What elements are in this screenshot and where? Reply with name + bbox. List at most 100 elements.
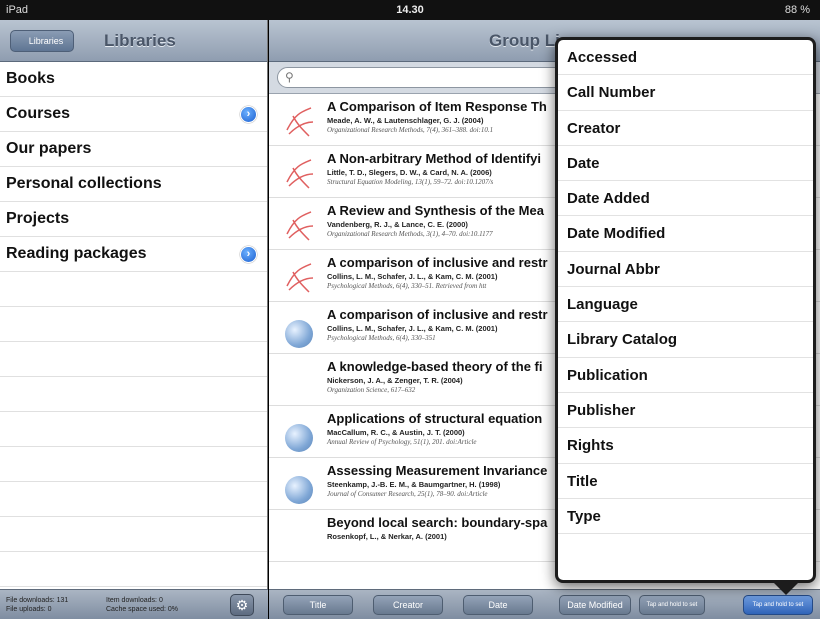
item-authors: Collins, L. M., Schafer, J. L., & Kam, C… [327, 272, 498, 281]
clock: 14.30 [396, 4, 424, 16]
item-citation: Psychological Methods, 6(4), 330–51. Ret… [327, 282, 487, 290]
item-authors: Steenkamp, J.-B. E. M., & Baumgartner, H… [327, 480, 501, 489]
custom-sort-button-1[interactable]: Tap and hold to set [639, 595, 705, 615]
item-authors: Vandenberg, R. J., & Lance, C. E. (2000) [327, 220, 468, 229]
item-downloads-value: 0 [158, 597, 163, 604]
web-link-icon [285, 320, 313, 348]
stats-toolbar: File downloads: 131 File uploads: 0 Item… [0, 589, 268, 619]
item-citation: Structural Equation Modeling, 13(1), 59–… [327, 178, 494, 186]
sort-option-publication[interactable]: Publication [558, 358, 813, 393]
item-authors: Nickerson, J. A., & Zenger, T. R. (2004) [327, 376, 463, 385]
sort-toolbar: Title Creator Date Date Modified Tap and… [269, 589, 820, 619]
item-title: A comparison of inclusive and restr [327, 255, 548, 270]
item-title: Beyond local search: boundary-spa [327, 515, 548, 530]
item-citation: Psychological Methods, 6(4), 330–351 [327, 334, 436, 342]
web-link-icon [285, 476, 313, 504]
cache-value: 0% [167, 606, 179, 613]
sort-date-button[interactable]: Date [463, 595, 533, 615]
empty-row [0, 377, 267, 412]
sort-field-popover: Accessed Call Number Creator Date Date A… [555, 37, 816, 583]
pdf-icon [286, 263, 314, 293]
file-uploads-label: File uploads: [6, 606, 46, 613]
library-item-courses[interactable]: Courses › [0, 97, 267, 132]
sort-option-date-modified[interactable]: Date Modified [558, 216, 813, 252]
library-item-personal-collections[interactable]: Personal collections [0, 167, 267, 202]
item-authors: Little, T. D., Slegers, D. W., & Card, N… [327, 168, 492, 177]
library-item-label: Personal collections [6, 175, 162, 192]
library-item-projects[interactable]: Projects [0, 202, 267, 237]
popover-arrow [772, 581, 800, 595]
library-item-books[interactable]: Books [0, 62, 267, 97]
library-list: Books Courses › Our papers Personal colle… [0, 62, 267, 587]
item-authors: Collins, L. M., Schafer, J. L., & Kam, C… [327, 324, 498, 333]
item-downloads-label: Item downloads: [106, 597, 157, 604]
sort-option-language[interactable]: Language [558, 287, 813, 323]
sort-option-type[interactable]: Type [558, 499, 813, 535]
library-item-label: Our papers [6, 140, 92, 157]
item-citation: Organizational Research Methods, 3(1), 4… [327, 230, 493, 238]
cache-label: Cache space used: [106, 606, 166, 613]
library-item-our-papers[interactable]: Our papers [0, 132, 267, 167]
empty-row [0, 552, 267, 587]
pdf-icon [286, 159, 314, 189]
file-downloads-label: File downloads: [6, 597, 55, 604]
library-item-label: Books [6, 70, 55, 87]
custom-sort-button-2[interactable]: Tap and hold to set [743, 595, 813, 615]
item-citation: Annual Review of Psychology, 51(1), 201.… [327, 438, 477, 446]
sort-option-title[interactable]: Title [558, 464, 813, 499]
library-item-reading-packages[interactable]: Reading packages › [0, 237, 267, 272]
item-citation: Journal of Consumer Research, 25(1), 78–… [327, 490, 488, 498]
pdf-icon [286, 107, 314, 137]
disclosure-icon[interactable]: › [240, 246, 257, 263]
item-title: A Non-arbitrary Method of Identifyi [327, 151, 542, 166]
item-authors: Rosenkopf, L., & Nerkar, A. (2001) [327, 532, 447, 541]
item-title: Assessing Measurement Invariance [327, 463, 548, 478]
item-citation: Organizational Research Methods, 7(4), 3… [327, 126, 494, 134]
library-item-label: Reading packages [6, 245, 147, 262]
libraries-nav-bar: Libraries Libraries [0, 20, 267, 62]
gear-icon: ⚙ [235, 597, 249, 613]
status-bar: iPad 14.30 88 % [0, 0, 820, 20]
item-title: A Comparison of Item Response Th [327, 99, 547, 114]
sort-creator-button[interactable]: Creator [373, 595, 443, 615]
library-item-label: Courses [6, 105, 71, 122]
item-title: A Review and Synthesis of the Mea [327, 203, 544, 218]
file-downloads-value: 131 [56, 597, 69, 604]
libraries-title: Libraries [104, 31, 176, 50]
sort-option-date[interactable]: Date [558, 146, 813, 182]
sort-date-modified-button[interactable]: Date Modified [559, 595, 631, 615]
item-authors: MacCallum, R. C., & Austin, J. T. (2000) [327, 428, 465, 437]
libraries-pane: Libraries Libraries Books Courses › Our p… [0, 20, 268, 619]
sort-title-button[interactable]: Title [283, 595, 353, 615]
item-title: A comparison of inclusive and restr [327, 307, 548, 322]
empty-row [0, 412, 267, 447]
battery-indicator: 88 % [784, 4, 810, 16]
empty-row [0, 307, 267, 342]
sort-option-call-number[interactable]: Call Number [558, 75, 813, 111]
library-item-label: Projects [6, 210, 70, 227]
pdf-icon [286, 211, 314, 241]
empty-row [0, 447, 267, 482]
sort-option-publisher[interactable]: Publisher [558, 393, 813, 429]
empty-row [0, 342, 267, 377]
sort-option-rights[interactable]: Rights [558, 428, 813, 464]
disclosure-icon[interactable]: › [240, 106, 257, 123]
sort-option-accessed[interactable]: Accessed [558, 40, 813, 76]
sort-option-journal-abbr[interactable]: Journal Abbr [558, 252, 813, 288]
empty-row [0, 517, 267, 552]
item-citation: Organization Science, 617–632 [327, 386, 416, 394]
item-title: Applications of structural equation [327, 411, 543, 426]
empty-row [0, 272, 267, 307]
item-title: A knowledge-based theory of the fi [327, 359, 543, 374]
sort-option-creator[interactable]: Creator [558, 111, 813, 146]
empty-row [0, 482, 267, 517]
web-link-icon [285, 424, 313, 452]
file-uploads-value: 0 [47, 606, 52, 613]
settings-button[interactable]: ⚙ [230, 594, 254, 616]
search-icon: ⚲ [285, 70, 294, 84]
item-authors: Meade, A. W., & Lautenschlager, G. J. (2… [327, 116, 484, 125]
group-title: Group Li [489, 31, 560, 50]
back-button[interactable]: Libraries [10, 30, 74, 52]
sort-option-date-added[interactable]: Date Added [558, 181, 813, 217]
sort-option-library-catalog[interactable]: Library Catalog [558, 322, 813, 358]
